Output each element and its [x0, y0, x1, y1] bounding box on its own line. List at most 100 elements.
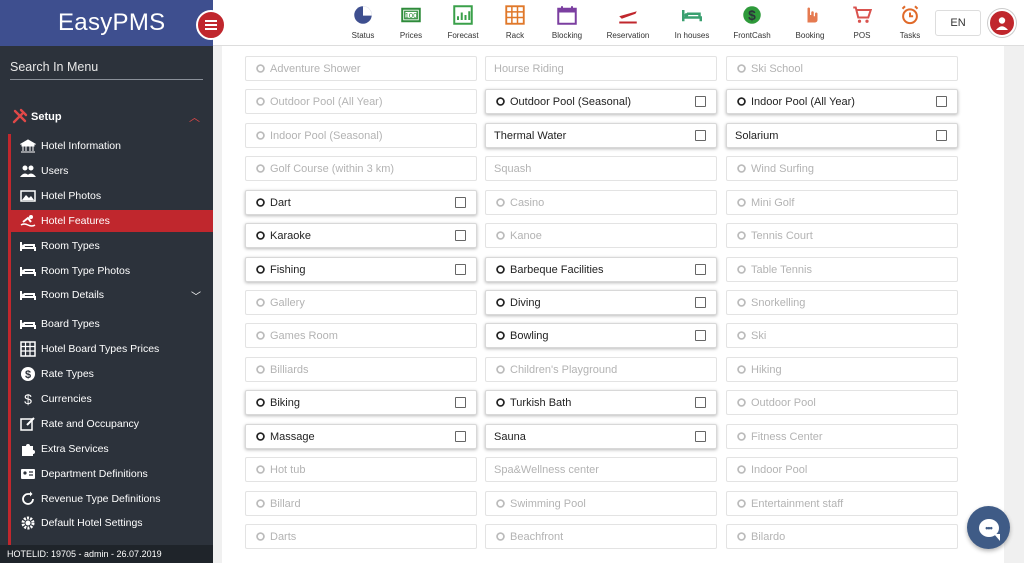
feature-diving[interactable]: Diving: [485, 290, 717, 315]
feature-checkbox[interactable]: [455, 197, 466, 208]
feature-solarium[interactable]: Solarium: [726, 123, 958, 148]
toolbar-forecast-button[interactable]: Forecast: [433, 4, 493, 44]
feature-label: Sauna: [494, 430, 526, 443]
feature-checkbox[interactable]: [695, 264, 706, 275]
sidebar-item-users[interactable]: Users: [10, 160, 213, 182]
feature-checkbox[interactable]: [695, 397, 706, 408]
feature-label: Bowling: [510, 329, 549, 342]
feature-barbeque-facilities[interactable]: Barbeque Facilities: [485, 257, 717, 282]
feature-gallery: Gallery: [245, 290, 477, 315]
feature-checkbox[interactable]: [695, 297, 706, 308]
sidebar-item-rate-and-occupancy[interactable]: Rate and Occupancy: [10, 413, 213, 435]
feature-bowling[interactable]: Bowling: [485, 323, 717, 348]
sidebar-item-default-hotel-settings[interactable]: Default Hotel Settings: [10, 512, 213, 534]
chat-button[interactable]: •••: [967, 506, 1010, 549]
feature-mini-golf: Mini Golf: [726, 190, 958, 215]
image-icon: [20, 188, 36, 204]
sidebar-item-revenue-type-definitions[interactable]: Revenue Type Definitions: [10, 488, 213, 510]
toolbar-tasks-button[interactable]: Tasks: [880, 4, 940, 44]
user-avatar-button[interactable]: [988, 9, 1016, 37]
sidebar-item-extra-services[interactable]: Extra Services: [10, 438, 213, 460]
feature-label: Games Room: [270, 329, 338, 342]
sidebar-item-hotel-information[interactable]: Hotel Information: [10, 135, 213, 157]
language-selector[interactable]: EN: [935, 10, 981, 36]
toolbar-label: Booking: [795, 31, 825, 40]
sidebar-item-hotel-photos[interactable]: Hotel Photos: [10, 185, 213, 207]
dollar-circle-icon: $: [741, 4, 763, 26]
sidebar-item-board-types[interactable]: Board Types: [10, 313, 213, 335]
sidebar-item-room-types[interactable]: Room Types: [10, 235, 213, 257]
toolbar-blocking-button[interactable]: Blocking: [537, 4, 597, 44]
dice-icon: [494, 197, 506, 209]
feature-label: Children's Playground: [510, 363, 618, 376]
user-icon: [996, 17, 1008, 30]
hamburger-menu-button[interactable]: [196, 10, 226, 40]
refresh-icon: [20, 491, 36, 507]
toolbar-label: Tasks: [899, 31, 921, 40]
gallery-icon: [254, 297, 266, 309]
feature-thermal-water[interactable]: Thermal Water: [485, 123, 717, 148]
chat-icon: •••: [978, 518, 1000, 541]
search-menu-input[interactable]: Search In Menu: [10, 58, 203, 80]
pool-icon: [735, 464, 747, 476]
feature-label: Adventure Shower: [270, 62, 361, 75]
puzzle-icon: [254, 330, 266, 342]
sidebar-item-room-details[interactable]: Room Details ﹀: [10, 284, 213, 306]
toolbar-rack-button[interactable]: Rack: [485, 4, 545, 44]
feature-checkbox[interactable]: [455, 264, 466, 275]
feature-karaoke[interactable]: Karaoke: [245, 223, 477, 248]
toolbar-reservation-button[interactable]: Reservation: [598, 4, 658, 44]
feature-bilardo: Bilardo: [726, 524, 958, 549]
toolbar-in-houses-button[interactable]: In houses: [662, 4, 722, 44]
feature-checkbox[interactable]: [695, 96, 706, 107]
feature-checkbox[interactable]: [455, 397, 466, 408]
feature-checkbox[interactable]: [695, 130, 706, 141]
top-toolbar: Status 100 Prices Forecast Rack Blocking Reser…: [213, 0, 1024, 46]
tennis-icon: [735, 230, 747, 242]
feature-checkbox[interactable]: [455, 431, 466, 442]
sidebar-item-hotel-board-types-prices[interactable]: Hotel Board Types Prices: [10, 338, 213, 360]
tools-icon: [12, 108, 28, 124]
toolbar-frontcash-button[interactable]: $ FrontCash: [722, 4, 782, 44]
feature-label: Squash: [494, 162, 532, 175]
svg-text:$: $: [24, 391, 32, 407]
feature-sauna[interactable]: Sauna: [485, 424, 717, 449]
toolbar-booking-button[interactable]: Booking: [780, 4, 840, 44]
feature-turkish-bath[interactable]: Turkish Bath: [485, 390, 717, 415]
feature-indoor-pool-all-year-[interactable]: Indoor Pool (All Year): [726, 89, 958, 114]
feature-label: Indoor Pool (All Year): [751, 95, 855, 108]
feature-biking[interactable]: Biking: [245, 390, 477, 415]
sidebar-item-hotel-features[interactable]: Hotel Features: [10, 210, 213, 232]
chart-icon: [452, 4, 474, 26]
feature-massage[interactable]: Massage: [245, 424, 477, 449]
feature-label: Thermal Water: [494, 129, 567, 142]
feature-golf-course-within-3-km-: Golf Course (within 3 km): [245, 156, 477, 181]
pool-icon: [494, 96, 506, 108]
mic-icon: [254, 230, 266, 242]
sidebar-item-currencies[interactable]: $ Currencies: [10, 388, 213, 410]
feature-label: Outdoor Pool: [751, 396, 816, 409]
feature-fishing[interactable]: Fishing: [245, 257, 477, 282]
bowling-icon: [494, 330, 506, 342]
feature-checkbox[interactable]: [936, 96, 947, 107]
feature-checkbox[interactable]: [695, 330, 706, 341]
feature-label: Massage: [270, 430, 315, 443]
sidebar-item-label: Room Type Photos: [41, 265, 131, 277]
feature-label: Hot tub: [270, 463, 306, 476]
toolbar-prices-button[interactable]: 100 Prices: [381, 4, 441, 44]
toolbar-label: Status: [351, 31, 375, 40]
grid-icon: [504, 4, 526, 26]
sidebar-item-room-type-photos[interactable]: Room Type Photos: [10, 260, 213, 282]
pie-chart-icon: [352, 4, 374, 26]
feature-checkbox[interactable]: [695, 431, 706, 442]
sidebar-item-department-definitions[interactable]: Department Definitions: [10, 463, 213, 485]
feature-label: Snorkelling: [751, 296, 806, 309]
sidebar-item-rate-types[interactable]: $ Rate Types: [10, 363, 213, 385]
feature-checkbox[interactable]: [936, 130, 947, 141]
feature-checkbox[interactable]: [455, 230, 466, 241]
app-logo: EasyPMS: [58, 9, 166, 36]
sidebar-section-setup[interactable]: Setup ︿: [0, 106, 213, 128]
feature-dart[interactable]: Dart: [245, 190, 477, 215]
feature-outdoor-pool-seasonal-[interactable]: Outdoor Pool (Seasonal): [485, 89, 717, 114]
grid-icon: [20, 341, 36, 357]
